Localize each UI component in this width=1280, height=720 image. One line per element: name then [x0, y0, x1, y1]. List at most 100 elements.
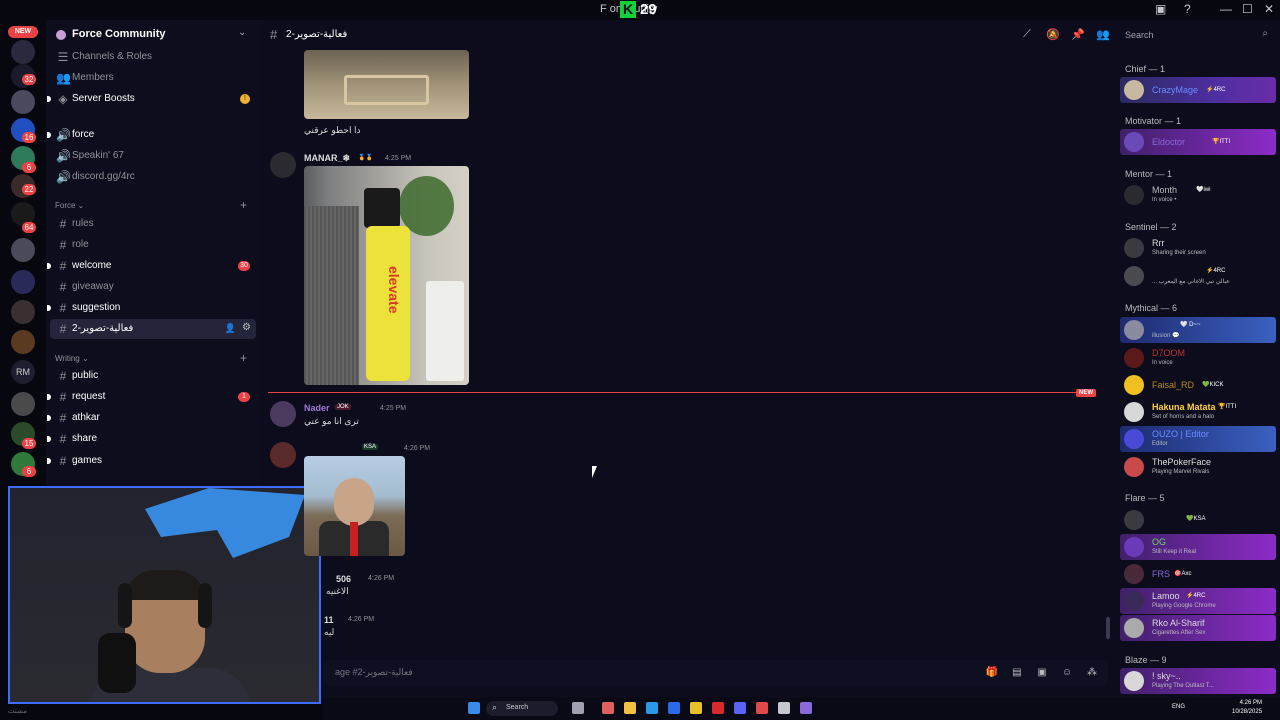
member-item[interactable]: D7OOM In voice [1120, 345, 1276, 371]
message-image-mr-bean[interactable] [304, 456, 405, 556]
server-icon[interactable] [11, 330, 35, 354]
sidebar-item-games[interactable]: # games [47, 451, 256, 471]
member-item[interactable]: ⚡4RC ... عبالي تبي الاغاني مع المعرب [1120, 263, 1276, 289]
windows-start-icon[interactable] [468, 702, 480, 714]
server-icon[interactable] [11, 392, 35, 416]
sidebar-item-channels-roles[interactable]: ☰ Channels & Roles [50, 47, 256, 67]
sidebar-item-voice-force[interactable]: 🔊 force [47, 125, 256, 145]
apps-icon[interactable]: ⁂ [1085, 667, 1099, 681]
category-force[interactable]: Force ⌄ [55, 201, 84, 210]
sticker-icon[interactable]: ▣ [1035, 667, 1049, 681]
sidebar-item-members[interactable]: 👥 Members [50, 68, 256, 88]
maximize-button[interactable]: ☐ [1242, 2, 1253, 16]
member-name: Rrr [1152, 238, 1165, 248]
sidebar-item-athkar[interactable]: # athkar [47, 408, 256, 428]
member-item[interactable]: ThePokerFace Playing Marvel Rivals [1120, 454, 1276, 480]
sidebar-item-label: welcome [72, 260, 112, 271]
category-writing[interactable]: Writing ⌄ [55, 354, 89, 363]
sidebar-item-voice-speakin[interactable]: 🔊 Speakin' 67 [50, 146, 256, 166]
member-item[interactable]: FRS 🎯Axc [1120, 561, 1276, 587]
member-item[interactable]: Rko Al-Sharif Cigarettes After Sex [1120, 615, 1276, 641]
member-item[interactable]: CrazyMage ⚡4RC [1120, 77, 1276, 103]
add-channel-icon[interactable]: + [240, 351, 247, 365]
chat-scrollbar[interactable] [1106, 617, 1110, 639]
language-indicator[interactable]: ENG [1172, 704, 1185, 710]
sidebar-item-voice-invite[interactable]: 🔊 discord.gg/4rc [50, 167, 256, 187]
invite-icon[interactable]: 👤 [225, 323, 236, 334]
member-item[interactable]: 🤍 D~~ illusion 💬 [1120, 317, 1276, 343]
message-image-spray-bottle[interactable]: elevate [304, 166, 469, 385]
sidebar-item-role[interactable]: # role [50, 235, 256, 255]
chrome-icon[interactable] [690, 702, 702, 714]
sidebar-item-label: Channels & Roles [72, 51, 153, 62]
add-channel-icon[interactable]: + [240, 198, 247, 212]
sidebar-item-suggestion[interactable]: # suggestion [47, 298, 256, 318]
discord-taskbar-icon[interactable] [734, 702, 746, 714]
server-icon[interactable] [11, 300, 35, 324]
member-item[interactable]: Month 🤍iwi In voice • [1120, 182, 1276, 208]
app-icon[interactable] [778, 702, 790, 714]
minimize-button[interactable]: — [1220, 2, 1232, 16]
member-item[interactable]: Lamoo ⚡4RC Playing Google Chrome [1120, 588, 1276, 614]
sidebar-item-request[interactable]: # request 1 [47, 387, 256, 407]
search-input[interactable]: Search ⌕ [1120, 27, 1272, 44]
message-author[interactable]: 11 [324, 615, 334, 625]
member-item[interactable]: 💚KSA [1120, 507, 1276, 533]
server-icon[interactable] [11, 40, 35, 64]
taskbar-search[interactable]: ⌕ Search [486, 701, 558, 716]
message-author[interactable]: 506 [336, 574, 351, 584]
new-messages-divider [268, 392, 1096, 393]
server-icon[interactable] [11, 90, 35, 114]
obs-icon[interactable] [756, 702, 768, 714]
file-explorer-icon[interactable] [624, 702, 636, 714]
avatar[interactable] [270, 401, 296, 427]
member-tag: 🏆ITTI [1212, 139, 1231, 145]
sidebar-item-share[interactable]: # share [47, 429, 256, 449]
member-item[interactable]: ! sky~.. Playing The Outlast T... [1120, 668, 1276, 694]
widgets-icon[interactable] [572, 702, 584, 714]
avatar[interactable] [270, 442, 296, 468]
app-icon[interactable] [602, 702, 614, 714]
folder-icon[interactable] [11, 270, 35, 294]
help-icon[interactable]: ? [1184, 2, 1191, 16]
sidebar-item-welcome[interactable]: # welcome 30 [47, 256, 256, 276]
inbox-icon[interactable]: ▣ [1155, 2, 1166, 16]
sidebar-item-public[interactable]: # public [50, 366, 256, 386]
pin-icon[interactable]: 📌 [1071, 28, 1085, 42]
member-item[interactable]: Rrr Sharing their screen [1120, 235, 1276, 261]
server-rm[interactable]: RM [11, 360, 35, 384]
threads-icon[interactable]: ⟋ [1020, 28, 1034, 42]
avatar[interactable] [270, 152, 296, 178]
server-header[interactable]: Force Community ⌄ [46, 24, 260, 46]
close-button[interactable]: ✕ [1264, 2, 1274, 16]
taskbar-clock[interactable]: 4:26 PM 10/28/2025 [1232, 699, 1262, 717]
member-item[interactable]: OG Still Keep it Real [1120, 534, 1276, 560]
server-icon[interactable] [11, 238, 35, 262]
role-header: Blaze — 9 [1125, 655, 1167, 665]
face-shape [334, 478, 374, 526]
unread-indicator [47, 458, 51, 464]
edge-icon[interactable] [646, 702, 658, 714]
member-item[interactable]: Hakuna Matata 🏆ITTI Set of horns and a h… [1120, 399, 1276, 425]
gif-icon[interactable]: ▤ [1010, 667, 1024, 681]
avatar [1124, 564, 1144, 584]
member-item[interactable]: Eldoctor 🏆ITTI [1120, 129, 1276, 155]
mute-bell-icon[interactable]: 🔕 [1046, 28, 1060, 42]
member-item[interactable]: Faisal_RD 💚KICK [1120, 372, 1276, 398]
message-author[interactable]: Nader [304, 403, 330, 413]
member-item[interactable]: OUZO | Editor Editor [1120, 426, 1276, 452]
app-icon[interactable] [668, 702, 680, 714]
message-image-perfume[interactable] [304, 50, 469, 119]
emoji-icon[interactable]: ☺ [1060, 667, 1074, 681]
message-author[interactable]: MANAR_❄ [304, 153, 350, 164]
app-icon[interactable] [712, 702, 724, 714]
gear-icon[interactable]: ⚙ [242, 322, 251, 333]
gift-icon[interactable]: 🎁 [985, 667, 999, 681]
sidebar-item-photo-event[interactable]: # فعالية-تصوير-2 👤 ⚙ [50, 319, 256, 339]
sidebar-item-server-boosts[interactable]: ◈ Server Boosts ! [47, 89, 256, 109]
app-icon[interactable] [800, 702, 812, 714]
sidebar-item-rules[interactable]: # rules [50, 214, 256, 234]
sidebar-item-giveaway[interactable]: # giveaway [50, 277, 256, 297]
member-list-icon[interactable]: 👥 [1096, 28, 1110, 42]
mention-badge: 1 [238, 392, 250, 402]
